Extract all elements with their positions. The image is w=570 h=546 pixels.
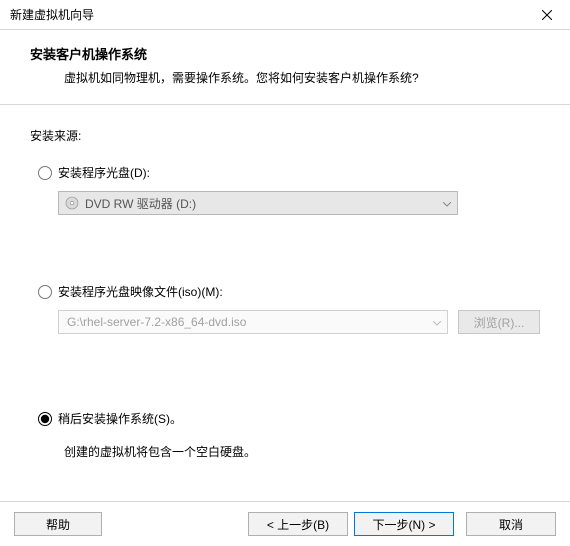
option-iso-file[interactable]: 安装程序光盘映像文件(iso)(M): — [38, 283, 540, 300]
label-installer-disc: 安装程序光盘(D): — [58, 164, 150, 181]
wizard-content: 安装来源: 安装程序光盘(D): DVD RW 驱动器 (D:) 安装程序光盘映… — [0, 105, 570, 501]
radio-iso-file[interactable] — [38, 285, 52, 299]
radio-install-later[interactable] — [38, 412, 52, 426]
header-heading: 安装客户机操作系统 — [30, 44, 530, 63]
install-later-note: 创建的虚拟机将包含一个空白硬盘。 — [38, 437, 540, 460]
label-install-later: 稍后安装操作系统(S)。 — [58, 410, 182, 427]
back-button[interactable]: < 上一步(B) — [248, 512, 348, 536]
cancel-button[interactable]: 取消 — [466, 512, 556, 536]
source-label: 安装来源: — [30, 127, 540, 144]
option-installer-disc[interactable]: 安装程序光盘(D): — [38, 164, 540, 181]
iso-path-value: G:\rhel-server-7.2-x86_64-dvd.iso — [67, 315, 246, 329]
option-group: 安装程序光盘(D): DVD RW 驱动器 (D:) 安装程序光盘映像文件(is… — [30, 164, 540, 460]
drive-select-value: DVD RW 驱动器 (D:) — [85, 195, 196, 212]
wizard-footer: 帮助 < 上一步(B) 下一步(N) > 取消 — [0, 501, 570, 546]
label-iso-file: 安装程序光盘映像文件(iso)(M): — [58, 283, 223, 300]
titlebar: 新建虚拟机向导 — [0, 0, 570, 30]
close-icon — [542, 10, 552, 20]
header-sub: 虚拟机如同物理机，需要操作系统。您将如何安装客户机操作系统? — [30, 63, 530, 86]
disc-icon — [65, 196, 79, 210]
browse-button[interactable]: 浏览(R)... — [458, 310, 540, 334]
iso-path-input[interactable]: G:\rhel-server-7.2-x86_64-dvd.iso — [58, 310, 448, 334]
radio-installer-disc[interactable] — [38, 166, 52, 180]
window-title: 新建虚拟机向导 — [10, 6, 94, 23]
next-button[interactable]: 下一步(N) > — [354, 512, 454, 536]
close-button[interactable] — [524, 0, 570, 30]
wizard-header: 安装客户机操作系统 虚拟机如同物理机，需要操作系统。您将如何安装客户机操作系统? — [0, 30, 570, 105]
help-button[interactable]: 帮助 — [14, 512, 102, 536]
chevron-down-icon — [443, 196, 451, 210]
chevron-down-icon — [433, 315, 441, 329]
browse-button-label: 浏览(R)... — [474, 314, 525, 331]
option-install-later[interactable]: 稍后安装操作系统(S)。 — [38, 410, 540, 427]
drive-select[interactable]: DVD RW 驱动器 (D:) — [58, 191, 458, 215]
